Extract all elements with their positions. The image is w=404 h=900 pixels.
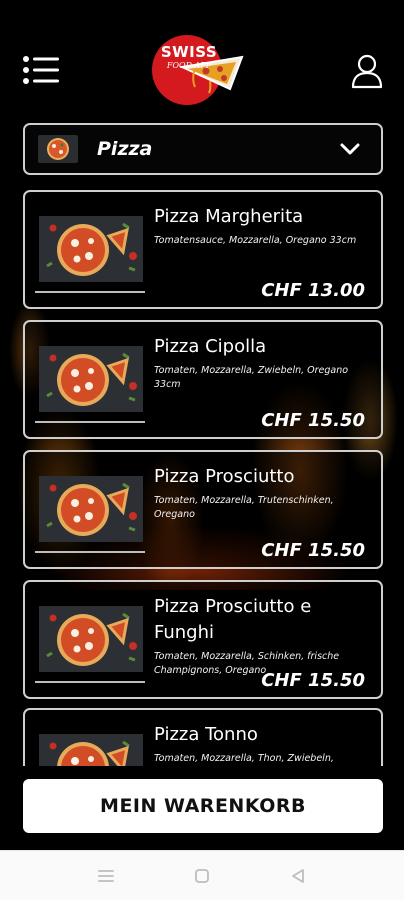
- category-selected-label: Pizza: [97, 138, 153, 160]
- product-name: Pizza Prosciutto: [154, 466, 295, 487]
- system-nav-bar: [0, 850, 404, 900]
- pizza-image: [39, 734, 143, 766]
- logo-subtitle: FOOD APP: [166, 61, 212, 70]
- product-description: Tomatensauce, Mozzarella, Oregano 33cm: [154, 235, 357, 246]
- recents-icon[interactable]: [96, 866, 116, 886]
- header: SWISS FOOD APP: [0, 0, 404, 118]
- product-name: Pizza Prosciutto e Funghi: [154, 596, 312, 643]
- product-card[interactable]: Pizza Prosciutto e Funghi Tomaten, Mozza…: [23, 580, 383, 699]
- home-icon[interactable]: [192, 866, 212, 886]
- product-card[interactable]: Pizza Tonno Tomaten, Mozzarella, Thon, Z…: [23, 708, 383, 766]
- app-screen: SWISS FOOD APP Pizza Pizza Margherita To…: [0, 0, 404, 850]
- category-pizza-image: [38, 135, 78, 163]
- back-icon[interactable]: [288, 866, 308, 886]
- chevron-down-icon: [339, 139, 361, 159]
- logo-title: SWISS: [160, 43, 218, 61]
- pizza-image: [39, 606, 143, 672]
- pizza-image: [39, 346, 143, 412]
- product-price: CHF 15.50: [261, 670, 365, 691]
- image-underline: [35, 421, 145, 423]
- product-name: Pizza Cipolla: [154, 336, 267, 357]
- pizza-image: [39, 476, 143, 542]
- product-description: Tomaten, Mozzarella, Trutenschinken, Ore…: [154, 495, 334, 520]
- product-description: Tomaten, Mozzarella, Thon, Zwiebeln,: [154, 753, 334, 764]
- product-price: CHF 15.50: [261, 410, 365, 431]
- product-description: Tomaten, Mozzarella, Zwiebeln, Oregano 3…: [154, 365, 349, 390]
- image-underline: [35, 291, 145, 293]
- product-list[interactable]: Pizza Margherita Tomatensauce, Mozzarell…: [0, 188, 404, 766]
- product-card[interactable]: Pizza Margherita Tomatensauce, Mozzarell…: [23, 190, 383, 309]
- category-dropdown[interactable]: Pizza: [23, 123, 383, 175]
- app-logo: SWISS FOOD APP: [152, 33, 248, 107]
- product-card[interactable]: Pizza Cipolla Tomaten, Mozzarella, Zwieb…: [23, 320, 383, 439]
- image-underline: [35, 681, 145, 683]
- product-name: Pizza Margherita: [154, 206, 304, 227]
- cart-button[interactable]: MEIN WARENKORB: [23, 779, 383, 833]
- product-name: Pizza Tonno: [154, 724, 258, 745]
- image-underline: [35, 551, 145, 553]
- product-price: CHF 13.00: [261, 280, 365, 301]
- menu-list-icon[interactable]: [22, 55, 62, 85]
- pizza-image: [39, 216, 143, 282]
- user-icon[interactable]: [350, 53, 384, 89]
- product-card[interactable]: Pizza Prosciutto Tomaten, Mozzarella, Tr…: [23, 450, 383, 569]
- product-price: CHF 15.50: [261, 540, 365, 561]
